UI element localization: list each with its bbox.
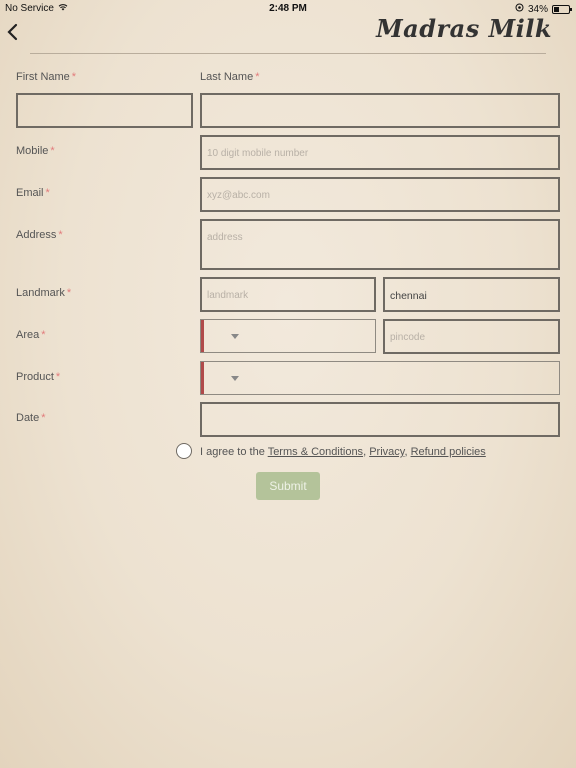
- header-divider: [30, 53, 546, 54]
- terms-link[interactable]: Terms & Conditions: [268, 446, 363, 458]
- agreement-text: I agree to the Terms & Conditions, Priva…: [200, 446, 486, 458]
- area-label: Area *: [16, 329, 46, 341]
- pincode-input[interactable]: pincode: [383, 319, 560, 354]
- back-button[interactable]: [6, 20, 26, 44]
- battery-icon: [552, 4, 572, 14]
- pincode-placeholder: pincode: [390, 332, 426, 343]
- email-label: Email *: [16, 187, 50, 199]
- date-label: Date *: [16, 412, 46, 424]
- landmark-input[interactable]: landmark: [200, 277, 376, 312]
- mobile-placeholder: 10 digit mobile number: [207, 148, 309, 159]
- chevron-down-icon: [231, 334, 239, 339]
- first-name-label: First Name *: [16, 71, 77, 83]
- first-name-input[interactable]: [16, 93, 193, 128]
- refund-policies-link[interactable]: Refund policies: [411, 446, 486, 458]
- address-input[interactable]: address: [200, 219, 560, 270]
- last-name-label: Last Name *: [200, 71, 260, 83]
- date-input[interactable]: [200, 402, 560, 437]
- email-input[interactable]: xyz@abc.com: [200, 177, 560, 212]
- last-name-input[interactable]: [200, 93, 560, 128]
- agree-checkbox[interactable]: [176, 443, 192, 459]
- mobile-label: Mobile *: [16, 145, 55, 157]
- submit-button[interactable]: Submit: [256, 472, 320, 500]
- chevron-left-icon: [7, 23, 18, 41]
- email-placeholder: xyz@abc.com: [207, 190, 270, 201]
- city-input[interactable]: chennai: [383, 277, 560, 312]
- address-label: Address *: [16, 229, 63, 241]
- clock-text: 2:48 PM: [269, 3, 307, 14]
- landmark-placeholder: landmark: [207, 290, 249, 301]
- mobile-input[interactable]: 10 digit mobile number: [200, 135, 560, 170]
- chevron-down-icon: [231, 376, 239, 381]
- address-placeholder: address: [207, 232, 243, 243]
- privacy-link[interactable]: Privacy: [369, 446, 404, 458]
- product-label: Product *: [16, 371, 61, 383]
- area-select[interactable]: [200, 319, 376, 353]
- landmark-label: Landmark *: [16, 287, 72, 299]
- battery-percent: 34%: [527, 3, 548, 15]
- product-select[interactable]: [200, 361, 560, 395]
- city-value: chennai: [390, 290, 427, 302]
- brand-logo: Madras Milk: [376, 14, 552, 43]
